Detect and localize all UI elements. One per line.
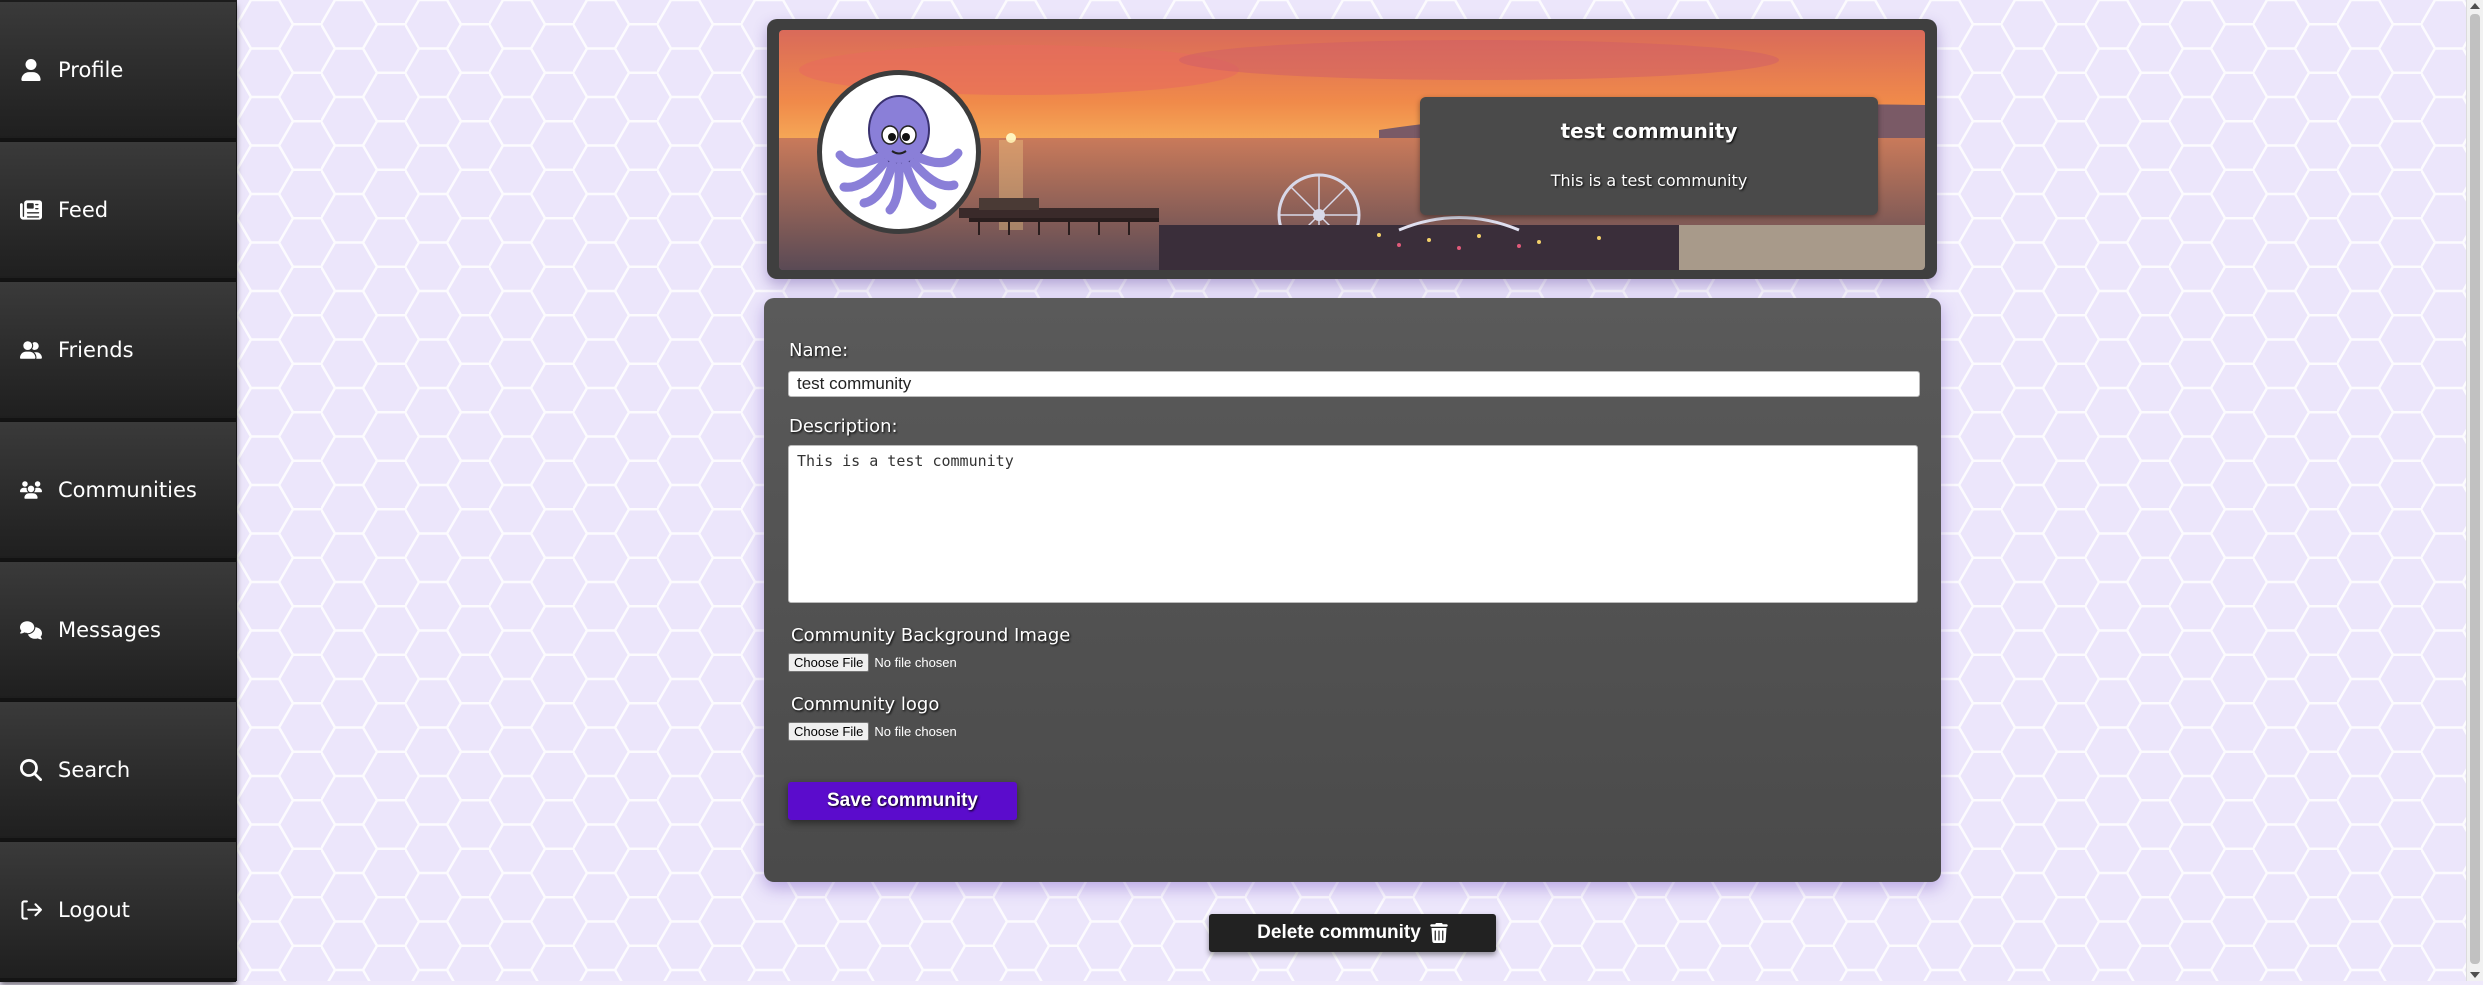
background-image-label: Community Background Image (791, 625, 1071, 646)
community-logo (817, 70, 981, 234)
sidebar-item-feed[interactable]: Feed (0, 142, 236, 282)
sidebar-item-friends[interactable]: Friends (0, 282, 236, 422)
sidebar-item-label: Feed (58, 198, 109, 222)
sidebar-item-label: Friends (58, 338, 134, 362)
choose-file-button[interactable]: Choose File (788, 722, 870, 741)
scroll-thumb[interactable] (2470, 14, 2480, 964)
newspaper-icon (20, 199, 42, 221)
octopus-logo-icon (835, 95, 963, 215)
sidebar-item-label: Logout (58, 898, 130, 922)
description-textarea[interactable]: This is a test community (788, 445, 1918, 603)
file-status: No file chosen (874, 655, 957, 670)
logo-file-input[interactable]: Choose File No file chosen (788, 722, 957, 741)
sidebar-item-label: Search (58, 758, 131, 782)
logo-label: Community logo (791, 694, 940, 715)
file-status: No file chosen (874, 724, 957, 739)
sidebar-item-messages[interactable]: Messages (0, 562, 236, 702)
user-friends-icon (20, 339, 42, 361)
trash-icon (1430, 923, 1448, 943)
edit-community-form: Name: Description: This is a test commun… (764, 298, 1941, 882)
background-image-file-input[interactable]: Choose File No file chosen (788, 653, 957, 672)
sidebar-item-search[interactable]: Search (0, 702, 236, 842)
scroll-up-icon[interactable] (2470, 3, 2480, 9)
save-community-button[interactable]: Save community (788, 782, 1017, 820)
community-title: test community (1560, 119, 1738, 143)
user-icon (20, 59, 42, 81)
search-icon (20, 759, 42, 781)
description-label: Description: (789, 416, 898, 437)
community-banner: test community This is a test community (767, 19, 1937, 279)
sidebar-item-communities[interactable]: Communities (0, 422, 236, 562)
sidebar-item-label: Profile (58, 58, 124, 82)
name-input[interactable] (788, 371, 1920, 397)
sidebar-item-profile[interactable]: Profile (0, 2, 236, 142)
name-label: Name: (789, 340, 849, 361)
sidebar-item-label: Communities (58, 478, 197, 502)
community-info-box: test community This is a test community (1420, 97, 1878, 215)
community-description: This is a test community (1550, 171, 1748, 190)
sidebar: Profile Feed Friends Communities Message… (0, 0, 237, 982)
scroll-down-icon[interactable] (2470, 972, 2480, 978)
page-scrollbar[interactable] (2466, 0, 2483, 981)
sidebar-item-label: Messages (58, 618, 161, 642)
logout-icon (20, 899, 42, 921)
users-icon (20, 479, 42, 501)
comments-icon (20, 619, 42, 641)
delete-community-label: Delete community (1257, 922, 1421, 943)
delete-community-button[interactable]: Delete community (1209, 914, 1496, 952)
choose-file-button[interactable]: Choose File (788, 653, 870, 672)
sidebar-item-logout[interactable]: Logout (0, 842, 236, 982)
